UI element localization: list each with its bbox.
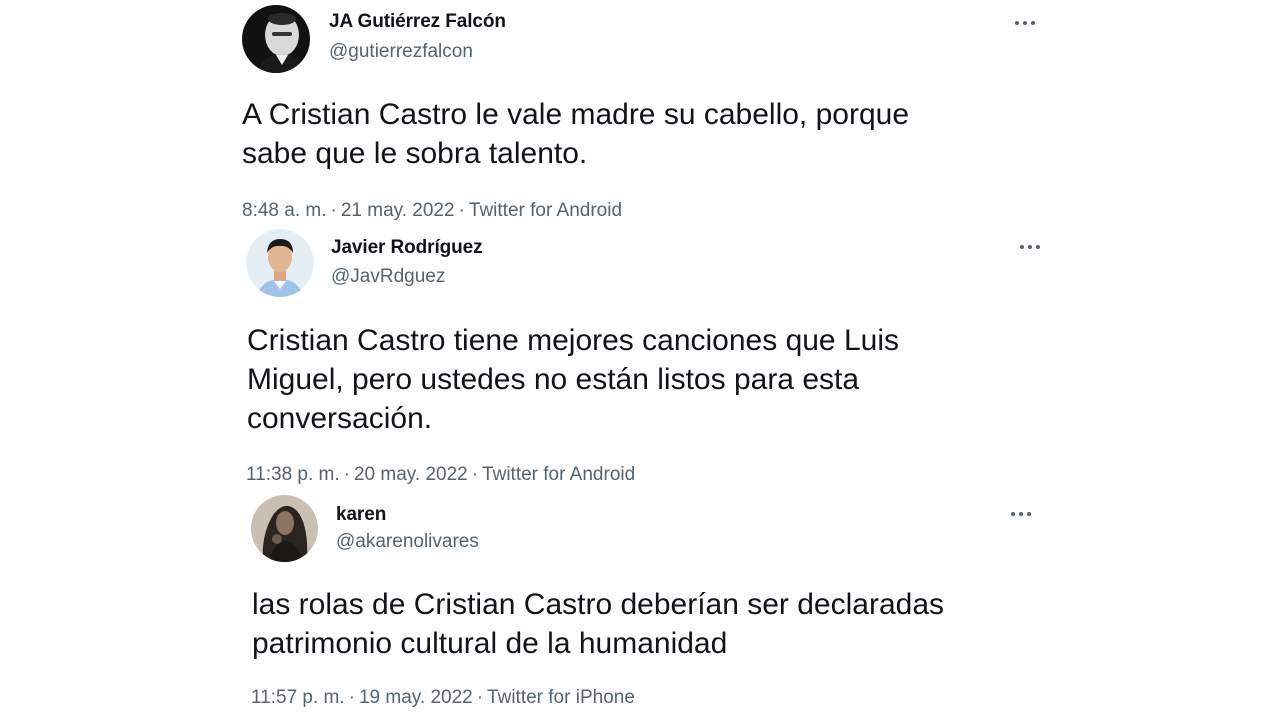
meta-separator: · xyxy=(330,200,337,221)
tweet-text-line: Cristian Castro tiene mejores canciones … xyxy=(247,324,899,357)
tweet-text-line: Miguel, pero ustedes no están listos par… xyxy=(247,363,860,396)
profile-photo-woman-dark-icon xyxy=(251,495,318,562)
tweet-time[interactable]: 8:48 a. m. xyxy=(242,200,327,221)
more-options-icon[interactable] xyxy=(1011,509,1035,519)
tweet-time[interactable]: 11:57 p. m. xyxy=(251,687,345,708)
avatar[interactable] xyxy=(251,495,318,562)
meta-separator: · xyxy=(476,687,484,708)
avatar[interactable] xyxy=(242,5,310,73)
author-name[interactable]: JA Gutiérrez Falcón xyxy=(329,11,506,33)
more-options-icon[interactable] xyxy=(1015,18,1039,28)
tweet-source[interactable]: Twitter for iPhone xyxy=(487,687,635,708)
tweet-card: karen @akarenolivares las rolas de Crist… xyxy=(251,495,1051,713)
profile-photo-young-man-icon xyxy=(246,229,314,297)
tweet-date[interactable]: 20 may. 2022 xyxy=(354,464,468,485)
tweet-text: Cristian Castro tiene mejores canciones … xyxy=(247,321,899,438)
tweet-card: JA Gutiérrez Falcón @gutierrezfalcon A C… xyxy=(242,5,1042,223)
tweet-text: las rolas de Cristian Castro deberían se… xyxy=(252,585,944,663)
tweet-collage: JA Gutiérrez Falcón @gutierrezfalcon A C… xyxy=(0,0,1280,720)
tweet-meta: 11:38 p. m. · 20 may. 2022 · Twitter for And… xyxy=(246,464,635,486)
tweet-date[interactable]: 21 may. 2022 xyxy=(341,200,455,221)
author-name[interactable]: karen xyxy=(336,504,386,526)
tweet-text-line: patrimonio cultural de la humanidad xyxy=(252,627,728,660)
tweet-time[interactable]: 11:38 p. m. xyxy=(246,464,340,485)
tweet-meta: 11:57 p. m. · 19 may. 2022 · Twitter for iPh… xyxy=(251,687,635,709)
tweet-text-line: A Cristian Castro le vale madre su cabel… xyxy=(242,98,910,131)
meta-separator: · xyxy=(343,464,350,485)
author-handle[interactable]: @JavRdguez xyxy=(331,266,445,288)
tweet-source[interactable]: Twitter for Android xyxy=(469,200,622,221)
tweet-text: A Cristian Castro le vale madre su cabel… xyxy=(242,95,909,173)
meta-separator: · xyxy=(348,687,355,708)
tweet-source[interactable]: Twitter for Android xyxy=(482,464,635,485)
meta-separator: · xyxy=(471,464,479,485)
tweet-date[interactable]: 19 may. 2022 xyxy=(359,687,473,708)
avatar[interactable] xyxy=(246,229,314,297)
profile-photo-man-dark-icon xyxy=(242,5,310,73)
author-handle[interactable]: @gutierrezfalcon xyxy=(329,41,473,63)
more-options-icon[interactable] xyxy=(1020,242,1044,252)
tweet-text-line: sabe que le sobra talento. xyxy=(242,137,588,170)
author-handle[interactable]: @akarenolivares xyxy=(336,531,479,553)
author-name[interactable]: Javier Rodríguez xyxy=(331,237,483,259)
tweet-card: Javier Rodríguez @JavRdguez Cristian Cas… xyxy=(246,229,1046,491)
tweet-text-line: conversación. xyxy=(247,402,433,435)
tweet-text-line: las rolas de Cristian Castro deberían se… xyxy=(252,588,945,621)
meta-separator: · xyxy=(458,200,465,221)
tweet-meta: 8:48 a. m. · 21 may. 2022 · Twitter for Andr… xyxy=(242,200,622,222)
